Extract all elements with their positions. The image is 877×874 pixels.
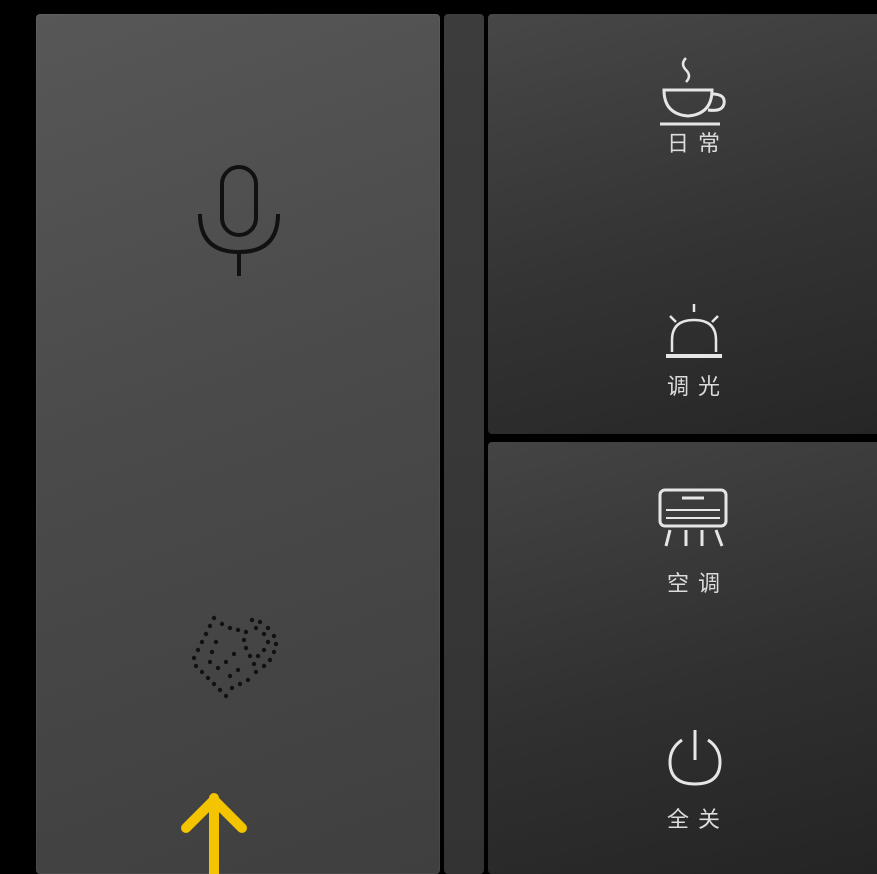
scene-dimming-label: 调光 [666,375,729,400]
coffee-cup-icon [660,57,726,126]
control-panel: 空调 全关 [488,442,877,874]
air-conditioner-icon [658,488,728,547]
up-arrow-icon [181,793,247,874]
dotted-speaker-icon[interactable] [186,604,296,709]
scene-daily-label: 日常 [666,132,729,157]
microphone-icon[interactable] [194,164,284,279]
lamp-icon [666,304,722,358]
voice-panel[interactable] [36,14,440,874]
scene-panel: 日常 调光 [488,14,877,434]
all-off-label: 全关 [666,808,729,833]
divider-strip [444,14,484,874]
air-conditioner-label: 空调 [666,572,729,597]
power-icon [668,730,722,786]
